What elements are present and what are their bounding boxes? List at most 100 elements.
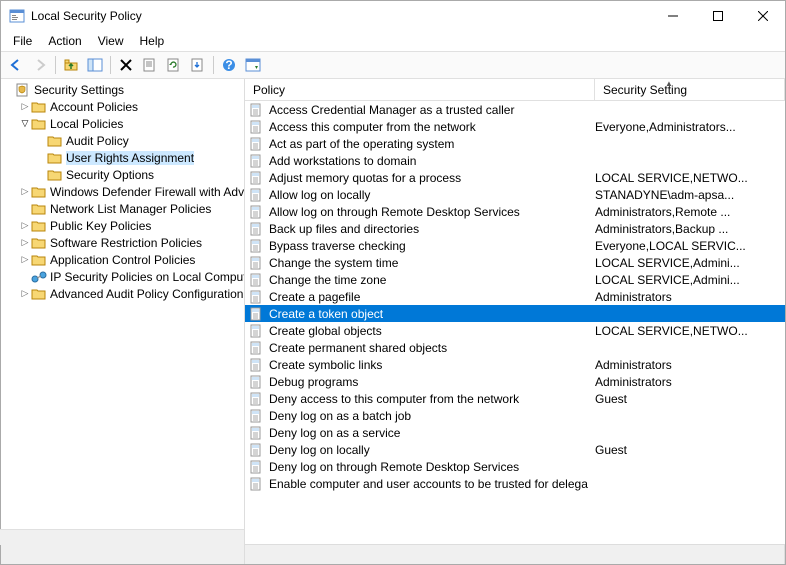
close-button[interactable] [740,1,785,31]
action-button[interactable] [242,54,264,76]
tree-item-label: Advanced Audit Policy Configuration [50,287,243,301]
policy-row[interactable]: Create symbolic linksAdministrators [245,356,785,373]
tree-item-label: Local Policies [50,117,123,131]
expand-icon[interactable]: ▷ [19,220,31,232]
policy-row[interactable]: Access this computer from the network Eve… [245,118,785,135]
tree-root-label: Security Settings [34,83,124,97]
policy-row[interactable]: Change the time zoneLOCAL SERVICE,Admini… [245,271,785,288]
tree-item[interactable]: ▷Application Control Policies [3,251,242,268]
policy-row[interactable]: Deny log on as a batch job [245,407,785,424]
expand-icon[interactable] [3,84,15,96]
policy-row[interactable]: Deny access to this computer from the ne… [245,390,785,407]
tree-item[interactable]: Security Options [3,166,242,183]
policy-row[interactable]: Allow log on locallySTANADYNE\adm-apsa..… [245,186,785,203]
refresh-button[interactable] [163,54,185,76]
tree-item-label: Network List Manager Policies [50,202,211,216]
policy-icon [249,324,265,338]
policy-row[interactable]: Enable computer and user accounts to be … [245,475,785,492]
policy-row[interactable]: Add workstations to domain [245,152,785,169]
app-icon [9,8,25,24]
tree-item[interactable]: ▷Windows Defender Firewall with Adva [3,183,242,200]
policy-row[interactable]: Create permanent shared objects [245,339,785,356]
shield-icon [15,83,31,97]
export-button[interactable] [187,54,209,76]
back-button[interactable] [5,54,27,76]
policy-icon [249,154,265,168]
policy-row[interactable]: Deny log on locallyGuest [245,441,785,458]
policy-icon [249,392,265,406]
policy-row[interactable]: Deny log on through Remote Desktop Servi… [245,458,785,475]
menu-help[interactable]: Help [132,32,173,50]
policy-name: Deny log on through Remote Desktop Servi… [269,460,519,474]
tree-item[interactable]: Audit Policy [3,132,242,149]
policy-row[interactable]: Change the system timeLOCAL SERVICE,Admi… [245,254,785,271]
tree-item[interactable]: ▽ Local Policies [3,115,242,132]
tree-pane[interactable]: Security Settings ▷ Account Policies ▽ Loca… [1,79,245,544]
folder-icon [47,151,63,165]
policy-row[interactable]: Back up files and directoriesAdministrat… [245,220,785,237]
minimize-button[interactable] [650,1,695,31]
expand-icon[interactable]: ▷ [19,237,31,249]
collapse-icon[interactable]: ▽ [19,118,31,130]
policy-row[interactable]: Allow log on through Remote Desktop Serv… [245,203,785,220]
policy-name: Allow log on locally [269,188,370,202]
expand-icon[interactable]: ▷ [19,186,31,198]
folder-icon [31,287,47,301]
help-button[interactable]: ? [218,54,240,76]
folder-icon [31,219,47,233]
policy-row[interactable]: Create global objectsLOCAL SERVICE,NETWO… [245,322,785,339]
policy-setting: Guest [595,443,785,457]
policy-name: Create symbolic links [269,358,382,372]
policy-name: Create global objects [269,324,382,338]
tree-root[interactable]: Security Settings [3,81,242,98]
policy-icon [249,409,265,423]
policy-name: Create a token object [269,307,383,321]
tree-item[interactable]: Network List Manager Policies [3,200,242,217]
policy-icon [249,477,265,491]
tree-item[interactable]: User Rights Assignment [3,149,242,166]
tree-horizontal-scrollbar[interactable] [1,529,244,544]
policy-row[interactable]: Deny log on as a service [245,424,785,441]
policy-setting: Administrators [595,375,785,389]
properties-button[interactable] [139,54,161,76]
no-expand-icon [35,169,47,181]
policy-name: Adjust memory quotas for a process [269,171,461,185]
list-body[interactable]: Access Credential Manager as a trusted c… [245,101,785,544]
toolbar-separator [110,56,111,74]
expand-icon[interactable]: ▷ [19,288,31,300]
policy-row[interactable]: Create a pagefileAdministrators [245,288,785,305]
policy-row[interactable]: Debug programsAdministrators [245,373,785,390]
policy-icon [249,205,265,219]
tree-item[interactable]: IP Security Policies on Local Compute [3,268,242,285]
policy-row[interactable]: Bypass traverse checkingEveryone,LOCAL S… [245,237,785,254]
up-button[interactable] [60,54,82,76]
expand-icon[interactable]: ▷ [19,101,31,113]
tree-item[interactable]: ▷Public Key Policies [3,217,242,234]
policy-name: Create a pagefile [269,290,360,304]
policy-setting: Everyone,Administrators... [595,120,785,134]
policy-name: Access Credential Manager as a trusted c… [269,103,514,117]
tree-item[interactable]: ▷ Account Policies [3,98,242,115]
policy-name: Access this computer from the network [269,120,476,134]
menu-action[interactable]: Action [40,32,89,50]
delete-button[interactable] [115,54,137,76]
column-setting[interactable]: Security Setting [595,79,785,100]
maximize-button[interactable] [695,1,740,31]
policy-row[interactable]: Adjust memory quotas for a process LOCAL … [245,169,785,186]
folder-icon [31,202,47,216]
expand-icon[interactable]: ▷ [19,254,31,266]
tree-item-label: Security Options [66,168,154,182]
show-hide-tree-button[interactable] [84,54,106,76]
menu-file[interactable]: File [5,32,40,50]
column-setting-label: Security Setting [603,83,687,97]
tree-item[interactable]: ▷Software Restriction Policies [3,234,242,251]
forward-button[interactable] [29,54,51,76]
column-policy[interactable]: Policy [245,79,595,100]
policy-row[interactable]: Create a token object [245,305,785,322]
policy-row[interactable]: Act as part of the operating system [245,135,785,152]
policy-row[interactable]: Access Credential Manager as a trusted c… [245,101,785,118]
policy-setting: LOCAL SERVICE,NETWO... [595,171,785,185]
menu-view[interactable]: View [90,32,132,50]
tree-item-label: Account Policies [50,100,138,114]
tree-item[interactable]: ▷ Advanced Audit Policy Configuration [3,285,242,302]
